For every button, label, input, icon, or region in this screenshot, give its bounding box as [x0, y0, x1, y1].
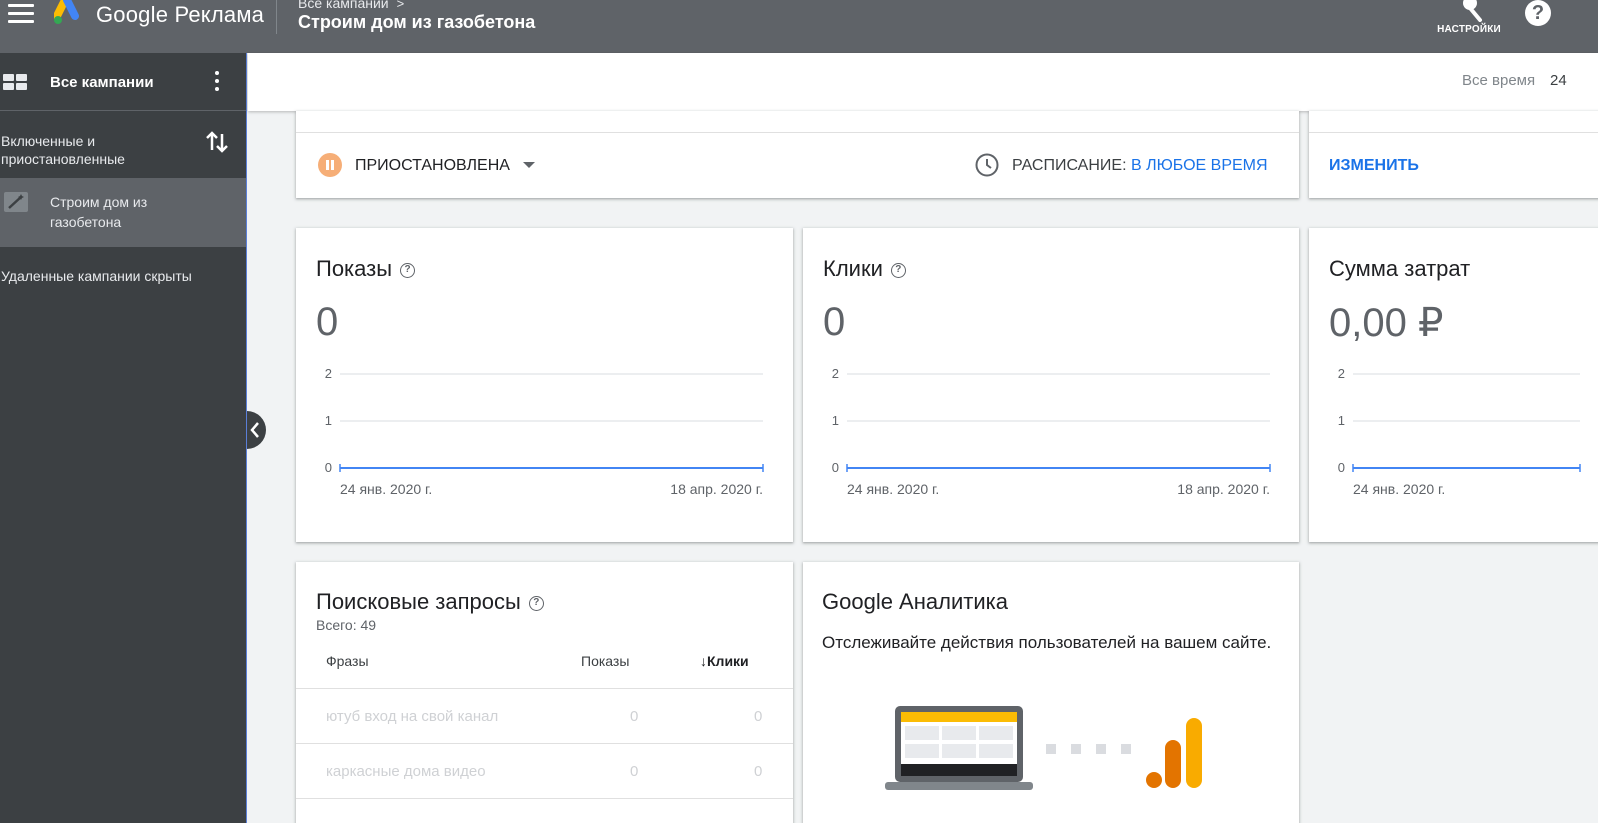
sidebar-filter-label: Включенные и приостановленные	[1, 133, 125, 167]
campaign-wand-icon	[4, 192, 28, 212]
sidebar-item-all-campaigns[interactable]: Все кампании	[0, 53, 246, 111]
question-circle-icon[interactable]: ?	[528, 596, 544, 611]
campaign-status-card: ПРИОСТАНОВЛЕНА РАСПИСАНИЕ: В ЛЮБОЕ ВРЕМЯ	[296, 111, 1299, 198]
campaign-sidebar: Все кампании Включенные и приостановленн…	[0, 53, 247, 823]
metric-title: Сумма затрат	[1329, 256, 1471, 281]
schedule-info: РАСПИСАНИЕ: В ЛЮБОЕ ВРЕМЯ	[1012, 157, 1268, 175]
analytics-description: Отслеживайте действия пользователей на в…	[822, 633, 1272, 652]
sort-icon[interactable]	[206, 130, 228, 154]
date-range-value[interactable]: 24	[1550, 72, 1567, 89]
arrow-down-icon: ↓	[700, 653, 707, 669]
cell-phrase: каркасные дома видео	[326, 763, 486, 780]
page-title: Строим дом из газобетона	[298, 12, 536, 32]
help-icon[interactable]: ?	[1525, 0, 1551, 26]
cell-impressions: 0	[630, 708, 639, 725]
y-tick-label: 1	[325, 413, 332, 428]
breadcrumb-all-campaigns[interactable]: Все кампании	[298, 0, 389, 11]
analytics-illustration	[885, 706, 1202, 790]
top-app-bar: Google Реклама Все кампании > Строим дом …	[0, 0, 1598, 53]
metric-chart: 2 1 0 24 янв. 2020 г. 18 апр. 2020 г.	[325, 366, 764, 497]
table-row[interactable]	[296, 798, 793, 823]
analytics-title: Google Аналитика	[822, 589, 1008, 614]
search-queries-title: Поисковые запросы?	[316, 589, 544, 615]
y-tick-label: 2	[832, 366, 839, 381]
schedule-label: РАСПИСАНИЕ:	[1012, 157, 1127, 174]
column-header-impressions[interactable]: Показы	[581, 653, 629, 669]
cell-impressions: 0	[630, 763, 639, 780]
grid-icon	[3, 74, 29, 90]
column-header-phrases[interactable]: Фразы	[326, 653, 369, 669]
metric-card-cost: Сумма затрат 0,00 ₽ 2 1 0 24 янв. 2020 г.	[1309, 228, 1598, 542]
y-tick-label: 1	[1338, 413, 1345, 428]
x-end-label: 18 апр. 2020 г.	[1177, 481, 1270, 497]
date-filter-bar: Все время 24	[248, 53, 1598, 111]
chevron-right-icon: >	[396, 0, 405, 11]
x-end-label: 18 апр. 2020 г.	[670, 481, 763, 497]
tools-label: НАСТРОЙКИ	[1437, 24, 1501, 35]
more-vert-icon[interactable]	[213, 71, 221, 93]
metric-card-clicks: Клики? 0 2 1 0 24 янв. 2020 г. 18 апр. 2020 …	[803, 228, 1299, 542]
table-row[interactable]: каркасные дома видео 0 0	[296, 743, 793, 798]
campaign-status[interactable]: ПРИОСТАНОВЛЕНА	[355, 157, 510, 175]
schedule-link[interactable]: В ЛЮБОЕ ВРЕМЯ	[1131, 157, 1268, 174]
question-circle-icon[interactable]: ?	[890, 263, 906, 278]
metric-card-impressions: Показы? 0 2 1 0 24 янв. 2020 г. 18 апр. 2020…	[296, 228, 793, 542]
metric-chart: 2 1 0 24 янв. 2020 г.	[1338, 366, 1581, 497]
y-tick-label: 0	[1338, 460, 1345, 475]
y-tick-label: 1	[832, 413, 839, 428]
cell-clicks: 0	[754, 763, 763, 780]
metric-value: 0,00 ₽	[1329, 301, 1444, 345]
y-tick-label: 2	[325, 366, 332, 381]
edit-card: ИЗМЕНИТЬ	[1309, 111, 1598, 198]
cell-phrase: ютуб вход на свой канал	[326, 708, 499, 725]
header-divider	[276, 0, 277, 34]
sidebar-filter[interactable]: Включенные и приостановленные	[0, 112, 246, 178]
menu-icon[interactable]	[8, 4, 34, 24]
google-ads-logo[interactable]	[54, 0, 86, 26]
breadcrumb[interactable]: Все кампании >	[298, 0, 404, 11]
metric-value: 0	[316, 300, 339, 344]
sidebar-item-campaign[interactable]: Строим дом из газобетона	[0, 178, 246, 247]
sidebar-item-label: Строим дом из газобетона	[50, 194, 148, 230]
x-start-label: 24 янв. 2020 г.	[1353, 481, 1445, 497]
divider	[296, 132, 1299, 133]
tools-button[interactable]: НАСТРОЙКИ	[1434, 0, 1504, 40]
wrench-icon	[1463, 0, 1482, 22]
divider	[1309, 132, 1598, 133]
cell-clicks: 0	[754, 708, 763, 725]
date-range-label[interactable]: Все время	[1462, 72, 1535, 89]
y-tick-label: 0	[325, 460, 332, 475]
question-circle-icon[interactable]: ?	[400, 263, 416, 278]
clock-icon	[975, 153, 999, 177]
pause-icon	[318, 153, 342, 177]
deleted-campaigns-note: Удаленные кампании скрыты	[1, 268, 192, 284]
table-row[interactable]: ютуб вход на свой канал 0 0	[296, 688, 793, 743]
y-tick-label: 0	[832, 460, 839, 475]
x-start-label: 24 янв. 2020 г.	[340, 481, 432, 497]
column-header-clicks[interactable]: ↓Клики	[700, 653, 749, 669]
metric-chart: 2 1 0 24 янв. 2020 г. 18 апр. 2020 г.	[832, 366, 1271, 497]
chevron-left-icon	[250, 422, 259, 438]
search-queries-total: Всего: 49	[316, 617, 377, 633]
sidebar-item-label: Все кампании	[50, 74, 154, 91]
metric-value: 0	[823, 300, 846, 344]
search-queries-card: Поисковые запросы? Всего: 49 Фразы Показ…	[296, 562, 793, 823]
edit-button[interactable]: ИЗМЕНИТЬ	[1329, 157, 1419, 175]
collapse-sidebar-button[interactable]	[247, 411, 266, 449]
metric-title: Показы?	[316, 256, 416, 282]
dropdown-arrow-icon[interactable]	[523, 162, 535, 168]
metric-title: Клики?	[823, 256, 906, 282]
google-analytics-card: Google Аналитика Отслеживайте действия п…	[803, 562, 1299, 823]
y-tick-label: 2	[1338, 366, 1345, 381]
app-name[interactable]: Google Реклама	[96, 2, 264, 28]
x-start-label: 24 янв. 2020 г.	[847, 481, 939, 497]
